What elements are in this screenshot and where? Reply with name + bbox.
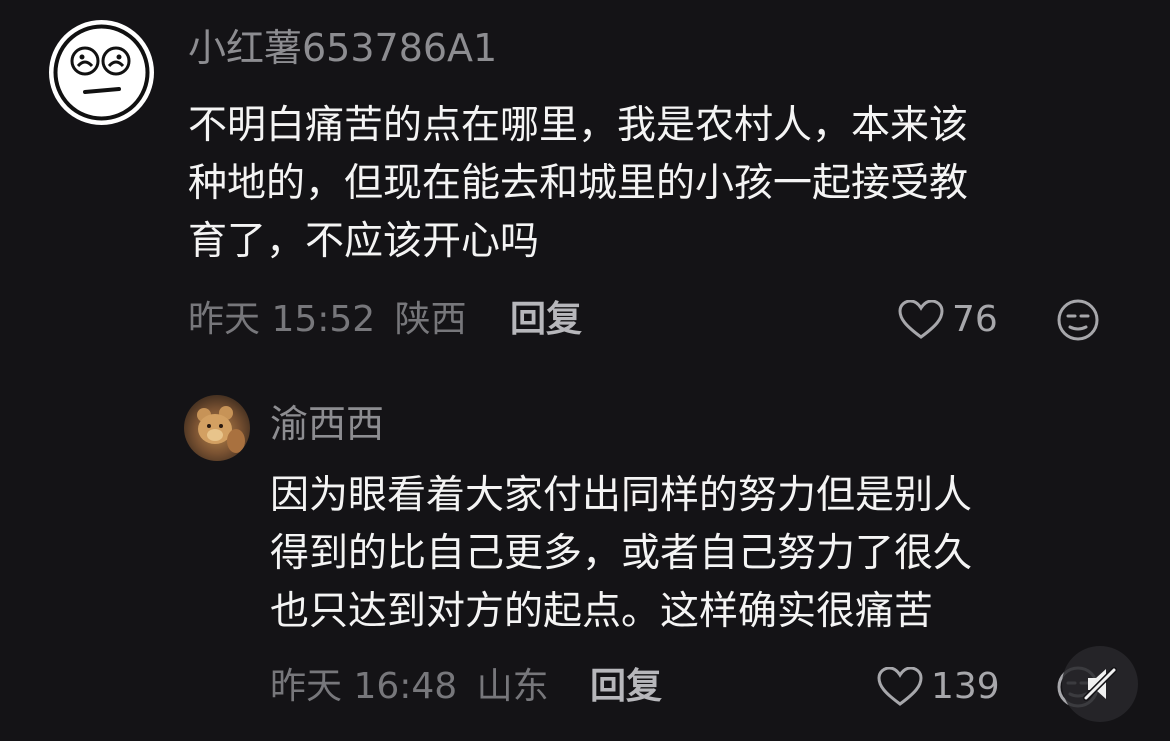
comment-1-line: 种地的，但现在能去和城里的小孩一起接受教 [188, 161, 969, 206]
comment-1-reaction-button[interactable] [1056, 298, 1100, 346]
mute-speaker-icon [1083, 667, 1117, 701]
comment-1-like-count: 76 [952, 299, 998, 340]
comment-1-body: 不明白痛苦的点在哪里，我是农村人，本来该 种地的，但现在能去和城里的小孩一起接受… [188, 97, 968, 271]
comment-2-body: 因为眼看着大家付出同样的努力但是别人 得到的比自己更多，或者自己努力了很久 也只… [270, 467, 972, 641]
comment-2-time: 昨天 16:48 [270, 666, 458, 707]
comment-2-line: 因为眼看着大家付出同样的努力但是别人 [270, 473, 973, 518]
heart-outline-icon [898, 300, 944, 339]
comment-2-location: 山东 [476, 666, 549, 707]
comment-2-meta: 昨天 16:48 山东 [270, 665, 549, 709]
heart-outline-icon [877, 667, 923, 706]
comment-2-line: 得到的比自己更多，或者自己努力了很久 [270, 531, 973, 576]
avatar-user-1[interactable] [49, 20, 154, 125]
comment-1-time: 昨天 15:52 [188, 299, 376, 340]
comment-2-like-button[interactable]: 139 [877, 663, 1000, 711]
comment-2-line: 也只达到对方的起点。这样确实很痛苦 [270, 589, 934, 634]
comment-1-location: 陕西 [394, 299, 467, 340]
avatar-user-2[interactable] [184, 395, 250, 461]
comment-2-like-count: 139 [931, 666, 1000, 707]
expressionless-face-icon [1057, 299, 1099, 341]
comment-1-username[interactable]: 小红薯653786A1 [188, 24, 497, 72]
mute-speaker-button[interactable] [1062, 646, 1138, 722]
teddy-bear-photo-icon [197, 406, 245, 453]
comment-1-meta: 昨天 15:52 陕西 [188, 298, 467, 342]
comment-1-line: 育了，不应该开心吗 [188, 219, 540, 264]
comment-1-line: 不明白痛苦的点在哪里，我是农村人，本来该 [188, 103, 969, 148]
comment-2-username[interactable]: 渝西西 [270, 400, 384, 448]
comment-1-reply-button[interactable]: 回复 [510, 298, 582, 342]
comment-2-reply-button[interactable]: 回复 [590, 665, 662, 709]
sad-face-drawing-icon [53, 24, 150, 121]
comment-1-like-button[interactable]: 76 [898, 296, 998, 344]
